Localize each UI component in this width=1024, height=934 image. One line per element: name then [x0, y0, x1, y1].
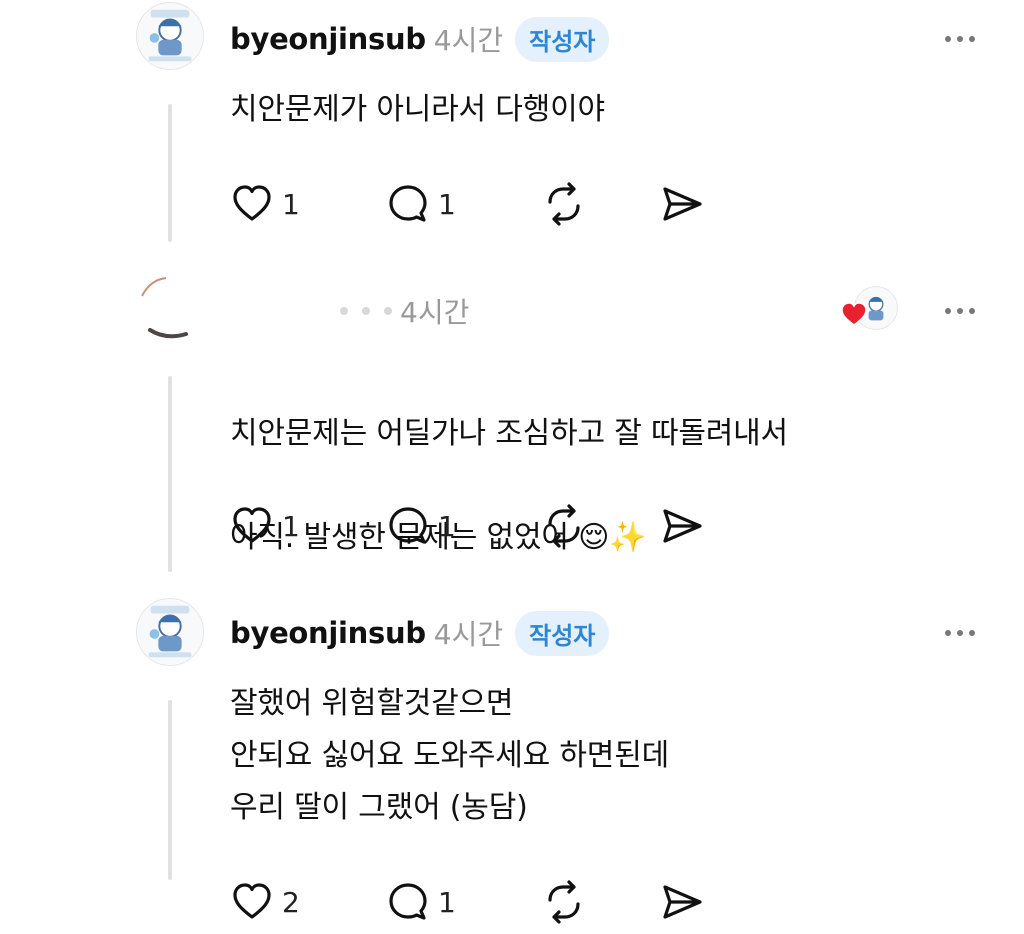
- repost-button[interactable]: [542, 504, 586, 548]
- like-button[interactable]: 1: [230, 182, 306, 226]
- send-icon: [663, 187, 702, 221]
- heart-icon: [233, 883, 271, 919]
- reply-count: 1: [438, 187, 456, 221]
- username[interactable]: byeonjinsub: [230, 22, 426, 56]
- repost-icon: [548, 182, 580, 226]
- like-count: 1: [282, 187, 300, 221]
- comment-header: byeonjinsub 4시간 작성자: [230, 608, 610, 658]
- reply-count: 1: [438, 885, 456, 919]
- author-badge: 작성자: [515, 16, 610, 62]
- action-bar: 2 1: [230, 880, 704, 924]
- action-bar: 1 1: [230, 504, 704, 548]
- comment-icon: [389, 883, 427, 920]
- reply-count: 1: [438, 509, 456, 543]
- more-dots-icon[interactable]: [940, 296, 980, 326]
- comment-header: byeonjinsub 4시간 작성자: [230, 14, 610, 64]
- thread-line: [168, 376, 172, 572]
- send-icon: [663, 509, 702, 543]
- repost-button[interactable]: [542, 880, 586, 924]
- comment-text: 치안문제가 아니라서 다행이야: [230, 92, 605, 127]
- like-button[interactable]: 1: [230, 504, 306, 548]
- avatar-illustration: [137, 599, 203, 665]
- avatar-illustration: [137, 3, 203, 69]
- timestamp: 4시간: [433, 618, 504, 651]
- author-liked-indicator: [841, 286, 900, 332]
- like-button[interactable]: 2: [230, 880, 306, 924]
- comment-text-line: 치안문제는 어딜가나 조심하고 잘 따돌려내서: [230, 416, 788, 451]
- share-button[interactable]: [660, 182, 704, 226]
- timestamp: 4시간: [400, 296, 470, 329]
- avatar[interactable]: [136, 2, 204, 70]
- heart-icon: [233, 507, 271, 543]
- heart-icon: [841, 302, 867, 326]
- author-badge: 작성자: [515, 610, 610, 656]
- comment-icon: [389, 185, 427, 222]
- comment-icon: [389, 507, 427, 544]
- like-count: 2: [282, 885, 300, 919]
- comment-text: 치안문제는 어딜가나 조심하고 잘 따돌려내서 아직. 발생한 문제는 없었어 …: [230, 356, 788, 616]
- share-button[interactable]: [660, 504, 704, 548]
- share-button[interactable]: [660, 880, 704, 924]
- timestamp: 4시간: [433, 24, 504, 57]
- reply-button[interactable]: 1: [386, 880, 462, 924]
- thread-line: [168, 104, 172, 242]
- avatar[interactable]: [136, 598, 204, 666]
- heart-icon: [233, 185, 271, 221]
- more-dots-icon[interactable]: [940, 24, 980, 54]
- comment-header: 4시간: [230, 286, 469, 336]
- comment-thread: byeonjinsub 4시간 작성자 치안문제가 아니라서 다행이야 1 1: [0, 0, 1024, 934]
- username-masked[interactable]: [230, 307, 392, 315]
- repost-icon: [548, 880, 580, 924]
- repost-icon: [548, 504, 580, 548]
- reply-button[interactable]: 1: [386, 504, 462, 548]
- reply-button[interactable]: 1: [386, 182, 462, 226]
- thread-line: [168, 700, 172, 880]
- more-dots-icon[interactable]: [940, 618, 980, 648]
- comment-text: 잘했어 위험할것같으면 안되요 싫어요 도와주세요 하면된데 우리 딸이 그랬어…: [230, 686, 670, 825]
- like-count: 1: [282, 509, 300, 543]
- avatar[interactable]: [136, 274, 204, 342]
- send-icon: [663, 885, 702, 919]
- avatar-photo: [141, 277, 188, 339]
- username[interactable]: byeonjinsub: [230, 616, 426, 650]
- action-bar: 1 1: [230, 182, 704, 226]
- repost-button[interactable]: [542, 182, 586, 226]
